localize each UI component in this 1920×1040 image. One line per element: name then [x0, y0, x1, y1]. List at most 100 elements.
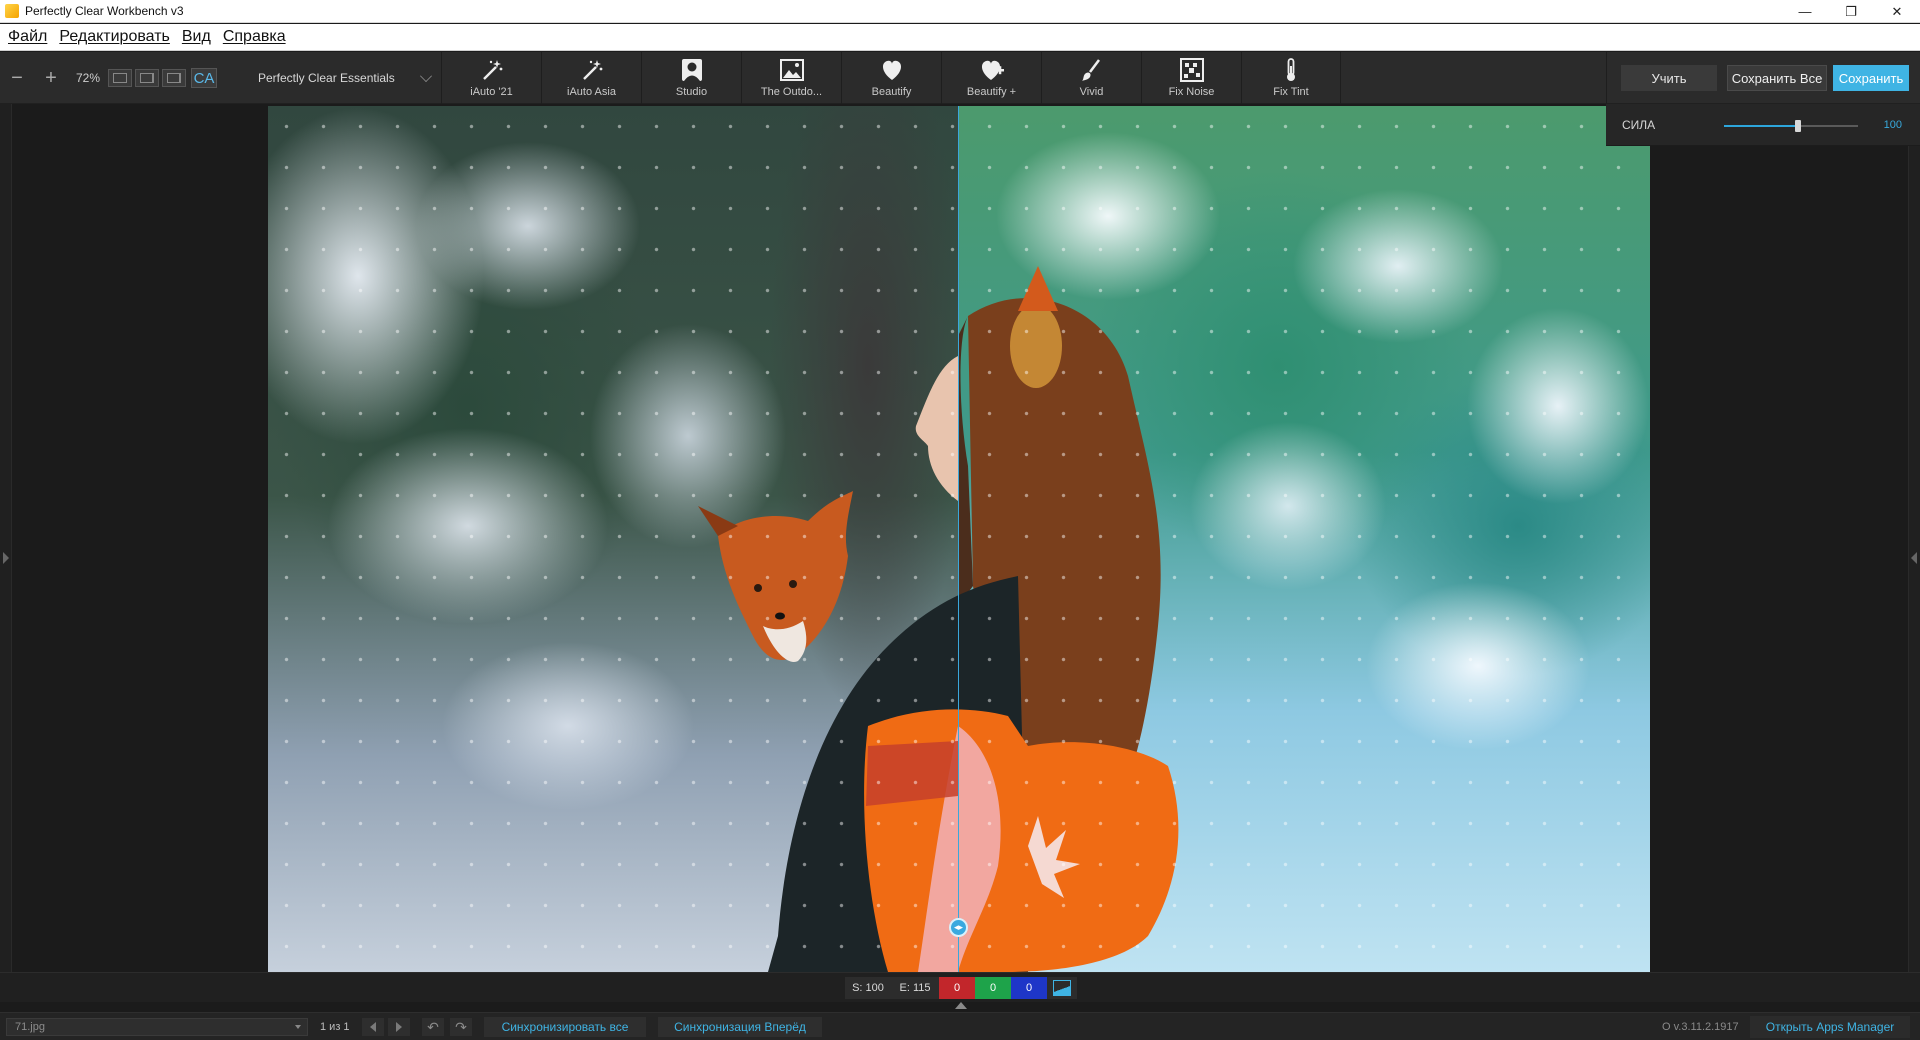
strength-label: СИЛА: [1622, 118, 1656, 132]
strength-slider[interactable]: [1724, 120, 1858, 132]
picture-icon: [1053, 980, 1071, 996]
status-bar: 71.jpg 1 из 1 ↶ ↷ Синхронизировать все С…: [0, 1012, 1920, 1040]
preset-iauto-21[interactable]: iAuto '21: [441, 52, 541, 104]
preset-studio[interactable]: Studio: [641, 52, 741, 104]
preset-fix-noise[interactable]: Fix Noise: [1141, 52, 1241, 104]
preset-group-name: Perfectly Clear Essentials: [258, 71, 395, 85]
preset-vivid[interactable]: Vivid: [1041, 52, 1141, 104]
file-select[interactable]: 71.jpg: [6, 1018, 308, 1036]
brush-icon: [1079, 57, 1105, 83]
image-canvas[interactable]: ◂▸: [268, 106, 1650, 972]
left-panel-toggle[interactable]: [0, 104, 12, 972]
zoom-out-button[interactable]: −: [0, 52, 34, 104]
preset-label: Beautify +: [966, 86, 1017, 98]
preset-group-select[interactable]: Perfectly Clear Essentials: [248, 52, 438, 104]
preset-label: iAuto Asia: [567, 86, 616, 98]
dropdown-arrow-icon: [295, 1025, 301, 1029]
close-button[interactable]: ✕: [1874, 0, 1920, 23]
view-split-icon: [140, 73, 154, 83]
menu-bar: Файл Редактировать Вид Справка: [0, 24, 1920, 51]
workspace: ◂▸: [0, 104, 1920, 972]
preset-label: iAuto '21: [470, 86, 513, 98]
snow-overlay: [268, 106, 1650, 972]
preset-the-outdoors[interactable]: The Outdo...: [741, 52, 841, 104]
redo-icon: ↷: [455, 1018, 467, 1035]
info-strip: S: 100 E: 115 0 0 0: [0, 972, 1920, 1002]
save-all-button[interactable]: Сохранить Все: [1727, 65, 1827, 91]
preset-iauto-asia[interactable]: iAuto Asia: [541, 52, 641, 104]
arrow-left-icon: [370, 1022, 376, 1032]
view-compare-icon: [167, 73, 181, 83]
version-label: О v.3.11.2.1917: [1662, 1021, 1739, 1033]
expand-right-icon: [1911, 552, 1917, 564]
save-actions: Учить Сохранить Все Сохранить: [1606, 52, 1920, 104]
preset-label: Studio: [675, 86, 708, 98]
preset-beautify[interactable]: Beautify: [841, 52, 941, 104]
minimize-button[interactable]: —: [1782, 0, 1828, 23]
strength-slider-thumb[interactable]: [1794, 120, 1801, 132]
menu-edit[interactable]: Редактировать: [53, 28, 176, 46]
red-value: 0: [939, 977, 975, 999]
ca-toggle-button[interactable]: CA: [191, 68, 217, 88]
menu-view[interactable]: Вид: [176, 28, 217, 46]
restore-button[interactable]: ❐: [1828, 0, 1874, 23]
preset-label: Fix Tint: [1273, 86, 1309, 98]
preset-label: Vivid: [1079, 86, 1104, 98]
preset-fix-tint[interactable]: Fix Tint: [1241, 52, 1341, 104]
strength-value: 100: [1883, 119, 1902, 131]
image-preview-button[interactable]: [1047, 977, 1077, 999]
save-button[interactable]: Сохранить: [1833, 65, 1909, 91]
view-split-button[interactable]: [162, 69, 186, 87]
thermometer-icon: [1278, 57, 1304, 83]
toolbar: − + 72% CA Perfectly Clear Essentials iA…: [0, 52, 1920, 104]
strength-slider-fill: [1724, 125, 1798, 127]
learn-button[interactable]: Учить: [1621, 65, 1717, 91]
redo-button[interactable]: ↷: [450, 1018, 472, 1036]
noise-icon: [1179, 57, 1205, 83]
sync-forward-button[interactable]: Синхронизация Вперёд: [658, 1017, 822, 1037]
heart-icon: [879, 57, 905, 83]
split-drag-handle[interactable]: ◂▸: [949, 918, 968, 937]
next-image-button[interactable]: [388, 1018, 410, 1036]
menu-file[interactable]: Файл: [2, 28, 53, 46]
heart-plus-icon: [979, 57, 1005, 83]
sync-all-button[interactable]: Синхронизировать все: [484, 1017, 646, 1037]
page-count: 1 из 1: [320, 1021, 350, 1033]
app-logo-icon: [5, 4, 19, 18]
expand-left-icon: [3, 552, 9, 564]
portrait-icon: [679, 57, 705, 83]
undo-icon: ↶: [427, 1018, 439, 1035]
zoom-controls: − + 72% CA: [0, 52, 217, 104]
menu-help[interactable]: Справка: [217, 28, 292, 46]
collapse-filmstrip-icon[interactable]: [955, 1002, 967, 1009]
preset-label: Fix Noise: [1168, 86, 1215, 98]
app-window: Perfectly Clear Workbench v3 — ❐ ✕ Файл …: [0, 0, 1920, 1040]
magic-wand-icon: [579, 57, 605, 83]
arrow-right-icon: [396, 1022, 402, 1032]
window-controls: — ❐ ✕: [1782, 0, 1920, 23]
zoom-in-button[interactable]: +: [34, 52, 68, 104]
undo-button[interactable]: ↶: [422, 1018, 444, 1036]
pixel-info: S: 100 E: 115 0 0 0: [845, 977, 1077, 999]
preset-label: Beautify: [871, 86, 912, 98]
green-value: 0: [975, 977, 1011, 999]
s-value: S: 100: [845, 977, 891, 999]
e-value: E: 115: [891, 977, 939, 999]
title-bar: Perfectly Clear Workbench v3 — ❐ ✕: [0, 0, 1920, 23]
file-name: 71.jpg: [15, 1021, 45, 1033]
open-apps-manager-button[interactable]: Открыть Apps Manager: [1750, 1016, 1910, 1038]
strength-panel: СИЛА 100: [1606, 104, 1920, 146]
right-panel-toggle[interactable]: [1908, 104, 1920, 972]
preset-beautify-plus[interactable]: Beautify +: [941, 52, 1041, 104]
preset-buttons: iAuto '21 iAuto Asia Studio The Outdo...: [441, 52, 1341, 104]
chevron-down-icon: [420, 70, 432, 82]
compare-split-line[interactable]: [958, 106, 959, 972]
prev-image-button[interactable]: [362, 1018, 384, 1036]
window-title: Perfectly Clear Workbench v3: [25, 4, 184, 18]
view-side-by-side-button[interactable]: [135, 69, 159, 87]
view-single-icon: [113, 73, 127, 83]
magic-wand-icon: [479, 57, 505, 83]
view-single-button[interactable]: [108, 69, 132, 87]
preset-label: The Outdo...: [760, 86, 823, 98]
zoom-level: 72%: [75, 71, 101, 85]
